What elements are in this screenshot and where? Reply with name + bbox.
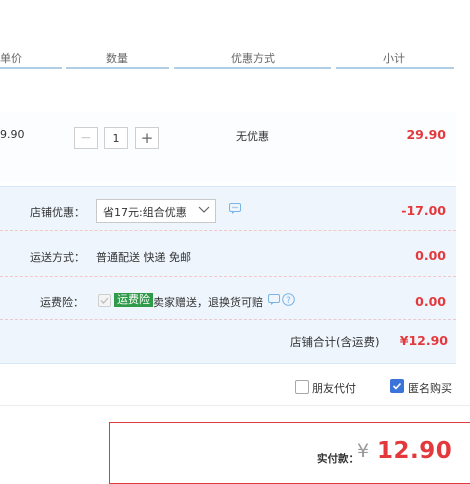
options-divider bbox=[0, 405, 470, 406]
header-divider bbox=[336, 67, 454, 69]
increase-quantity-button[interactable]: + bbox=[135, 127, 159, 149]
svg-text:?: ? bbox=[286, 296, 291, 306]
quantity-input[interactable]: 1 bbox=[104, 127, 128, 149]
shipping-value: 普通配送 快递 免邮 bbox=[96, 251, 191, 264]
friend-pay-checkbox[interactable] bbox=[295, 380, 309, 394]
item-row bbox=[0, 112, 456, 182]
insurance-checkbox[interactable] bbox=[98, 294, 111, 307]
header-divider bbox=[66, 67, 169, 69]
shop-total-amount: ¥12.90 bbox=[399, 333, 448, 348]
anonymous-label[interactable]: 匿名购买 bbox=[408, 380, 452, 396]
insurance-comment-icon[interactable] bbox=[268, 294, 281, 309]
insurance-description: 卖家赠送，退换货可赔 bbox=[153, 296, 263, 309]
discount-select[interactable]: 省17元:组合优惠 bbox=[96, 199, 216, 223]
friend-pay-label[interactable]: 朋友代付 bbox=[312, 380, 356, 396]
item-subtotal: 29.90 bbox=[406, 127, 446, 142]
payment-amount: 12.90 bbox=[377, 438, 453, 464]
row-divider bbox=[0, 276, 456, 277]
shop-total-label: 店铺合计(含运费) bbox=[290, 335, 380, 349]
decrease-quantity-button[interactable]: − bbox=[74, 127, 98, 149]
header-subtotal: 小计 bbox=[383, 52, 405, 65]
shop-discount-label: 店铺优惠： bbox=[30, 206, 85, 219]
header-divider bbox=[174, 67, 331, 69]
header-unit-price: 单价 bbox=[0, 52, 22, 65]
payment-label: 实付款： bbox=[317, 453, 359, 465]
help-icon[interactable]: ? bbox=[282, 293, 295, 309]
item-unit-price: 9.90 bbox=[0, 128, 25, 141]
header-divider bbox=[0, 67, 62, 69]
header-promo: 优惠方式 bbox=[231, 52, 275, 65]
discount-amount: -17.00 bbox=[401, 203, 446, 218]
payment-currency: ¥ bbox=[357, 440, 370, 462]
discount-select-value: 省17元:组合优惠 bbox=[103, 206, 187, 219]
item-promo: 无优惠 bbox=[236, 130, 269, 143]
discount-comment-icon[interactable] bbox=[229, 203, 242, 218]
insurance-label: 运费险： bbox=[40, 296, 84, 309]
shipping-label: 运送方式： bbox=[30, 251, 85, 264]
header-quantity: 数量 bbox=[106, 52, 128, 65]
chevron-down-icon bbox=[198, 203, 210, 220]
row-divider bbox=[0, 319, 456, 320]
insurance-tag: 运费险 bbox=[114, 293, 153, 307]
quantity-stepper[interactable]: − 1 + bbox=[74, 127, 159, 149]
insurance-amount: 0.00 bbox=[415, 294, 446, 309]
anonymous-checkbox[interactable] bbox=[390, 379, 404, 393]
shipping-amount: 0.00 bbox=[415, 248, 446, 263]
row-divider bbox=[0, 230, 456, 231]
